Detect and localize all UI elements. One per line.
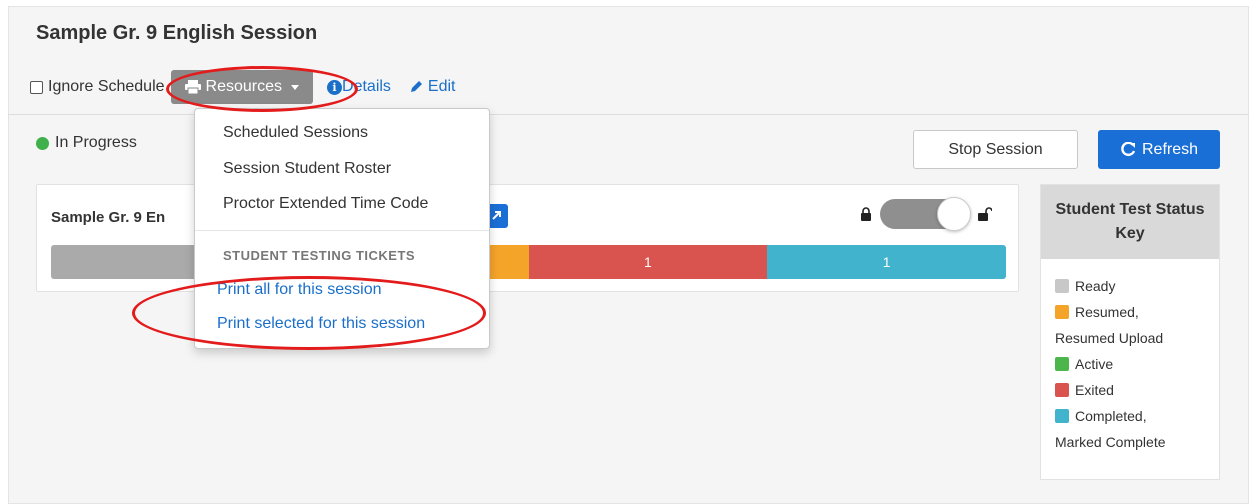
print-icon [184,80,201,94]
edit-link[interactable]: Edit [409,78,456,96]
session-toolbar: Ignore Schedule Resources i Details Edit [30,70,456,104]
swatch-resumed [1055,305,1069,319]
resources-dropdown-menu: Scheduled Sessions Session Student Roste… [194,108,490,349]
test-name: Sample Gr. 9 En [51,209,166,226]
legend-item: Exited [1055,377,1207,403]
menu-item-extended-time-code[interactable]: Proctor Extended Time Code [223,195,428,213]
ignore-schedule-label: Ignore Schedule [48,78,165,95]
swatch-active [1055,357,1069,371]
status-key-panel: Student Test Status Key Ready Resumed, R… [1040,184,1220,480]
caret-down-icon [291,84,300,90]
resources-button[interactable]: Resources [170,70,314,104]
toggle-knob[interactable] [937,197,971,231]
unlock-icon [978,207,992,221]
info-icon[interactable]: i [327,79,343,95]
refresh-label: Refresh [1141,140,1199,158]
swatch-completed [1055,409,1069,423]
legend-item: Active [1055,351,1207,377]
page-title: Sample Gr. 9 English Session [36,22,318,44]
lock-toggle[interactable] [880,197,971,231]
print-selected-link[interactable]: Print selected for this session [217,315,425,333]
legend-item: Completed, [1055,403,1207,429]
ignore-schedule-checkbox[interactable]: Ignore Schedule [30,78,165,96]
print-all-link[interactable]: Print all for this session [217,281,382,299]
resources-label: Resources [205,78,283,95]
stop-session-button[interactable]: Stop Session [913,130,1078,169]
checkbox-box[interactable] [30,80,43,94]
status-dot-icon [36,136,49,150]
test-card: Sample Gr. 9 En 111 [36,184,1019,292]
legend-item-continued: Marked Complete [1055,434,1166,450]
progress-segment-completed: 1 [767,245,1006,279]
menu-item-student-roster[interactable]: Session Student Roster [223,160,391,178]
legend-item: Ready [1055,273,1207,299]
progress-segment-exited: 1 [528,245,768,279]
legend-item-continued: Resumed Upload [1055,330,1164,346]
lock-icon [861,207,871,221]
session-status: In Progress [36,134,137,152]
swatch-ready [1055,279,1069,293]
status-text: In Progress [55,134,137,151]
details-link[interactable]: Details [342,78,391,96]
status-key-title: Student Test Status Key [1041,185,1219,259]
lock-toggle-group [860,197,992,231]
legend-item: Resumed, [1055,299,1207,325]
refresh-button[interactable]: Refresh [1098,130,1220,169]
pencil-icon [410,81,422,92]
menu-divider [195,230,489,231]
status-key-list: Ready Resumed, Resumed Upload Active Exi… [1041,259,1219,455]
stop-session-label: Stop Session [948,140,1043,158]
edit-label: Edit [427,78,456,95]
swatch-exited [1055,383,1069,397]
menu-item-scheduled-sessions[interactable]: Scheduled Sessions [223,124,368,142]
refresh-icon [1121,141,1136,156]
menu-section-header: STUDENT TESTING TICKETS [223,248,416,263]
